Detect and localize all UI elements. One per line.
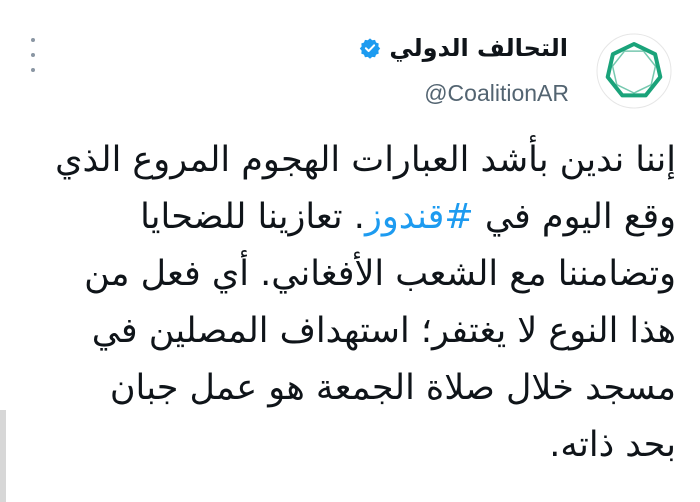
tweet-text: إننا ندين بأشد العبارات الهجوم المروع ال… (16, 132, 676, 474)
tweet-card: التحالف الدولي @CoalitionAR إننا ندين بأ… (0, 0, 700, 502)
hashtag-link[interactable]: #قندوز (365, 197, 474, 237)
tweet-text-fragment: وقع اليوم في (484, 197, 676, 237)
more-options-icon[interactable] (24, 38, 42, 72)
display-name[interactable]: التحالف الدولي (389, 31, 568, 65)
scroll-edge (0, 410, 6, 502)
tweet-line: وقع اليوم في #قندوز. تعازينا للضحايا (16, 189, 676, 246)
more-dot (31, 53, 35, 57)
tweet-line: هذا النوع لا يغتفر؛ استهداف المصلين في (91, 311, 676, 351)
tweet-line: مسجد خلال صلاة الجمعة هو عمل جبان (109, 368, 676, 408)
tweet-line: بحد ذاته. (549, 425, 676, 465)
tweet-text-fragment: مع الشعب الأفغاني. أي فعل من (84, 254, 547, 294)
tweet-line: إننا ندين بأشد العبارات الهجوم المروع ال… (55, 140, 676, 180)
tweet-text-fragment: . تعازينا للضحايا (140, 197, 365, 237)
heptagon-logo-icon (596, 33, 672, 109)
account-name-row[interactable]: التحالف الدولي (359, 31, 568, 65)
more-dot (31, 38, 35, 42)
tweet-text-fragment: وتضامننا (557, 254, 676, 294)
more-dot (31, 68, 35, 72)
verified-badge-icon (360, 38, 381, 59)
account-handle[interactable]: @CoalitionAR (424, 78, 569, 108)
tweet-line: وتضامننا مع الشعب الأفغاني. أي فعل من (16, 246, 676, 303)
avatar[interactable] (595, 32, 673, 110)
